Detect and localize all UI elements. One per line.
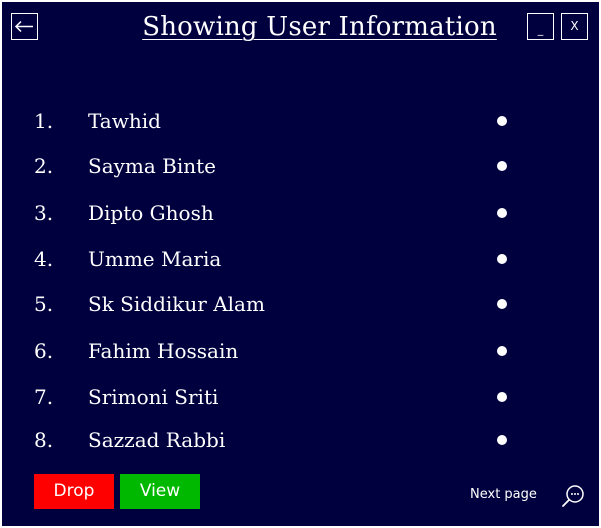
bullet-dot-icon[interactable] xyxy=(497,435,507,445)
user-row-3[interactable]: 3. Dipto Ghosh xyxy=(2,198,599,228)
user-row-2[interactable]: 2. Sayma Binte xyxy=(2,151,599,181)
search-button[interactable] xyxy=(560,483,586,509)
bullet-dot-icon[interactable] xyxy=(497,254,507,264)
user-name: Tawhid xyxy=(88,109,161,133)
row-index: 8. xyxy=(34,428,54,452)
user-info-window: Showing User Information _ X 1. Tawhid 2… xyxy=(2,2,599,526)
search-chat-icon xyxy=(562,485,584,507)
user-list: 1. Tawhid 2. Sayma Binte 3. Dipto Ghosh … xyxy=(2,2,599,472)
bullet-dot-icon[interactable] xyxy=(497,116,507,126)
row-index: 4. xyxy=(34,247,54,271)
user-row-4[interactable]: 4. Umme Maria xyxy=(2,244,599,274)
row-index: 5. xyxy=(34,292,54,316)
row-index: 7. xyxy=(34,385,54,409)
user-name: Umme Maria xyxy=(88,247,222,271)
user-row-5[interactable]: 5. Sk Siddikur Alam xyxy=(2,289,599,319)
user-name: Dipto Ghosh xyxy=(88,201,214,225)
bullet-dot-icon[interactable] xyxy=(497,208,507,218)
bullet-dot-icon[interactable] xyxy=(497,346,507,356)
view-button[interactable]: View xyxy=(120,474,200,509)
user-name: Fahim Hossain xyxy=(88,339,239,363)
row-index: 1. xyxy=(34,109,54,133)
drop-button[interactable]: Drop xyxy=(34,474,114,509)
user-name: Sayma Binte xyxy=(88,154,217,178)
bullet-dot-icon[interactable] xyxy=(497,392,507,402)
row-index: 2. xyxy=(34,154,54,178)
row-index: 3. xyxy=(34,201,54,225)
bullet-dot-icon[interactable] xyxy=(497,161,507,171)
next-page-link[interactable]: Next page xyxy=(470,487,537,502)
user-name: Sazzad Rabbi xyxy=(88,428,226,452)
user-row-7[interactable]: 7. Srimoni Sriti xyxy=(2,382,599,412)
bullet-dot-icon[interactable] xyxy=(497,299,507,309)
row-index: 6. xyxy=(34,339,54,363)
user-row-8[interactable]: 8. Sazzad Rabbi xyxy=(2,425,599,455)
user-name: Srimoni Sriti xyxy=(88,385,219,409)
user-row-1[interactable]: 1. Tawhid xyxy=(2,106,599,136)
user-name: Sk Siddikur Alam xyxy=(88,292,265,316)
user-row-6[interactable]: 6. Fahim Hossain xyxy=(2,336,599,366)
